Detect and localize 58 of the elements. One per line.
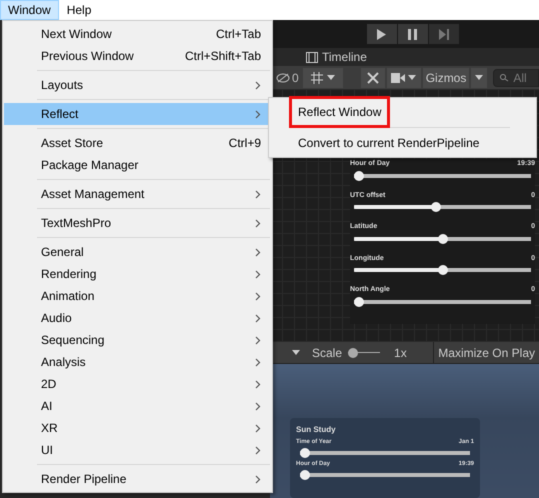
dropdown-button[interactable] — [471, 68, 488, 88]
tools-button[interactable] — [360, 68, 385, 88]
menu-item[interactable]: Next Window Ctrl+Tab — [4, 23, 271, 45]
slider-track[interactable] — [300, 470, 470, 480]
slider-thumb[interactable] — [354, 170, 364, 181]
menu-item[interactable]: 2D — [4, 373, 271, 395]
slider-thumb[interactable] — [438, 265, 448, 276]
grid-button[interactable] — [302, 68, 343, 88]
menu-bar-item[interactable]: Window — [0, 0, 59, 20]
dropdown-arrow-icon — [327, 75, 336, 80]
menu-item[interactable]: AI — [4, 395, 271, 417]
slider-thumb[interactable] — [300, 448, 310, 458]
pause-icon — [408, 28, 417, 40]
slider-thumb[interactable] — [438, 234, 448, 244]
search-icon — [500, 74, 510, 82]
menu-item[interactable]: Rendering — [4, 263, 271, 285]
hidden-eye-icon — [276, 72, 290, 83]
hidden-count: 0 — [292, 70, 299, 87]
step-icon — [438, 28, 448, 40]
slider-thumb[interactable] — [354, 296, 364, 307]
grid-icon — [310, 70, 324, 85]
film-icon — [306, 52, 318, 63]
menu-bar-item[interactable]: Help — [58, 0, 100, 20]
menu-item[interactable]: Package Manager — [4, 154, 271, 176]
menu-item[interactable]: Render Pipeline — [4, 468, 271, 490]
step-button[interactable] — [428, 24, 458, 44]
menu-item[interactable]: Sequencing — [4, 329, 271, 351]
play-button[interactable] — [366, 24, 396, 44]
menu-item[interactable]: UI — [4, 439, 271, 461]
dropdown-arrow-icon — [408, 75, 416, 80]
camera-icon — [391, 72, 406, 83]
menu-item[interactable]: Layouts — [4, 74, 271, 96]
menu-item[interactable]: Convert to current RenderPipeline — [289, 127, 488, 159]
gizmos-button[interactable]: Gizmos — [422, 68, 470, 88]
menu-item[interactable]: TextMeshPro — [4, 212, 271, 234]
pause-button[interactable] — [398, 24, 428, 44]
menu-item[interactable]: Analysis — [4, 351, 271, 373]
tab[interactable]: Timeline — [322, 48, 367, 66]
slider-track[interactable] — [300, 448, 470, 458]
menu-item[interactable]: Audio — [4, 307, 271, 329]
menu-item[interactable]: Previous Window Ctrl+Shift+Tab — [4, 45, 271, 67]
dropdown-arrow-icon — [292, 350, 300, 355]
menu-item[interactable]: Animation — [4, 285, 271, 307]
slider-thumb[interactable] — [300, 470, 310, 480]
menu-item[interactable]: XR — [4, 417, 271, 439]
scale-label: Scale — [312, 344, 342, 362]
panel-title: Sun Study — [296, 424, 337, 436]
menu-item[interactable]: Asset Management — [4, 183, 271, 205]
play-icon — [377, 28, 386, 40]
slider-thumb[interactable] — [348, 348, 358, 358]
camera-button[interactable] — [386, 68, 421, 88]
menu-item[interactable]: General — [4, 241, 271, 263]
menu-item[interactable]: Reflect — [4, 103, 271, 125]
dropdown-arrow-icon — [475, 75, 484, 80]
scale-value: 1x — [394, 344, 407, 362]
menu-item[interactable]: Asset Store Ctrl+9 — [4, 132, 271, 154]
slider-thumb[interactable] — [430, 202, 441, 212]
menu-item[interactable]: Reflect Window — [289, 96, 390, 128]
